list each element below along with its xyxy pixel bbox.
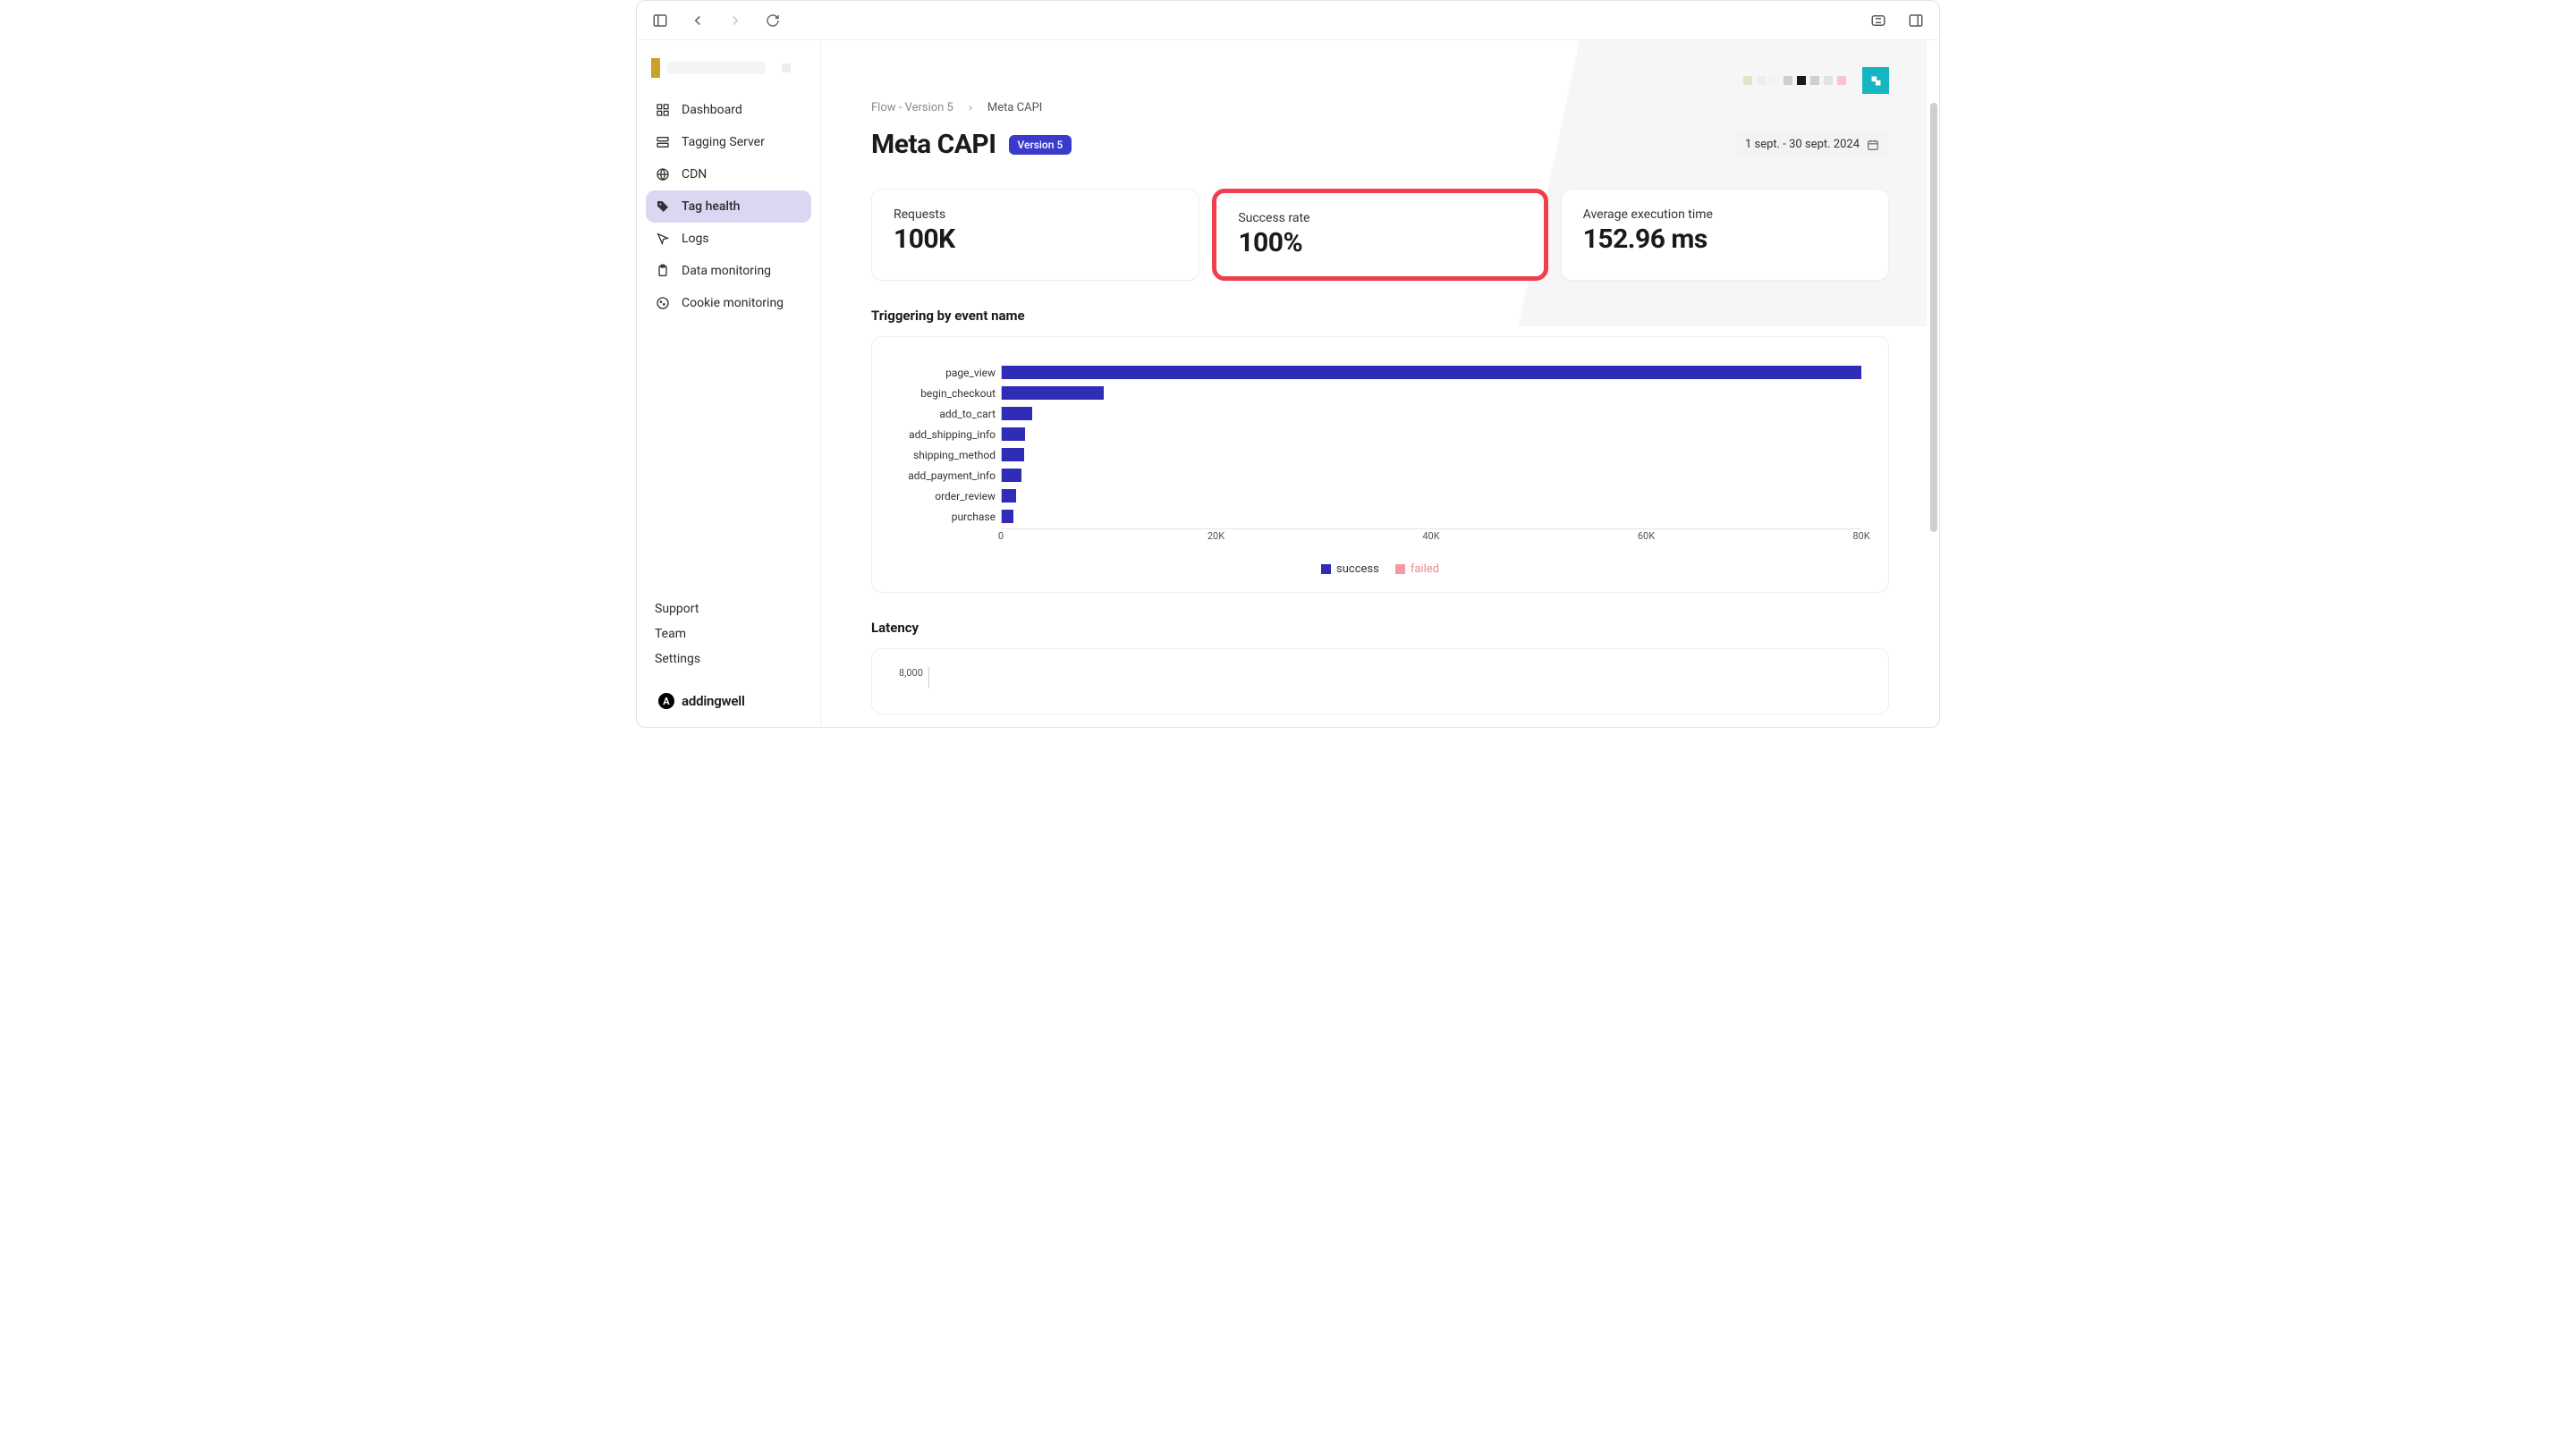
forward-icon [723,8,748,33]
latency-chart-card: 8,000 [871,648,1889,714]
sidebar-toggle-icon[interactable] [648,8,673,33]
brand-footer: A addingwell [655,693,802,709]
sidebar-link-settings[interactable]: Settings [655,652,802,666]
chart-bar-row: purchase [899,506,1861,527]
sidebar-item-tag-health[interactable]: Tag health [646,190,811,223]
cookie-icon [655,295,671,311]
stat-cards-row: Requests 100K Success rate 100% Average exec… [871,189,1889,281]
date-range-label: 1 sept. - 30 sept. 2024 [1745,138,1860,151]
stat-card: Average execution time 152.96 ms [1561,189,1889,281]
sidebar-item-data-monitoring[interactable]: Data monitoring [646,255,811,287]
bar-fill [1002,386,1104,400]
stat-value: 100K [894,224,1177,255]
bar-label: add_payment_info [899,469,1001,482]
right-panel-icon[interactable] [1903,8,1928,33]
stat-label: Average execution time [1583,207,1867,222]
chart-bar-row: add_to_cart [899,403,1861,424]
refresh-icon[interactable] [760,8,785,33]
chart-section-title: Triggering by event name [871,308,1889,324]
sidebar-item-label: Tagging Server [682,135,765,149]
stat-card: Requests 100K [871,189,1199,281]
stat-value: 152.96 ms [1583,224,1867,255]
sidebar-item-label: Tag health [682,199,740,214]
bar-label: page_view [899,367,1001,379]
brand-mark-icon: A [658,693,674,709]
stat-label: Success rate [1238,211,1521,225]
breadcrumb-current: Meta CAPI [987,101,1042,114]
bar-fill [1002,366,1861,379]
breadcrumb: Flow - Version 5 Meta CAPI [871,101,1889,114]
date-range-picker[interactable]: 1 sept. - 30 sept. 2024 [1735,131,1889,157]
breadcrumb-parent[interactable]: Flow - Version 5 [871,101,953,114]
server-icon [655,134,671,150]
legend-item: success [1321,562,1379,576]
stat-card: Success rate 100% [1212,189,1547,281]
globe-icon [655,166,671,182]
sidebar: Dashboard Tagging Server CDN Tag health … [637,40,821,727]
sidebar-item-label: Dashboard [682,103,742,117]
brand-logo-icon [1862,67,1889,94]
page-title: Meta CAPI [871,129,996,160]
bar-fill [1002,510,1013,523]
chevron-right-icon [966,104,975,113]
workspace-logo [646,53,811,94]
chart-bar-row: order_review [899,486,1861,506]
bar-label: add_shipping_info [899,428,1001,441]
bar-fill [1002,427,1025,441]
tag-icon [655,199,671,215]
sidebar-item-cdn[interactable]: CDN [646,158,811,190]
settings-toggle-icon[interactable] [1866,8,1891,33]
axis-tick: 60K [1638,530,1655,542]
app-window: Dashboard Tagging Server CDN Tag health … [636,0,1940,728]
brand-name: addingwell [682,693,745,709]
stat-value: 100% [1238,227,1521,258]
main-content: Flow - Version 5 Meta CAPI Meta CAPI Ver… [821,40,1939,727]
sidebar-item-label: Data monitoring [682,264,771,278]
latency-y-tick: 8,000 [899,667,929,688]
bar-label: order_review [899,490,1001,503]
chart-bar-row: add_payment_info [899,465,1861,486]
bar-label: add_to_cart [899,408,1001,420]
stat-label: Requests [894,207,1177,222]
bar-fill [1002,469,1021,482]
cursor-icon [655,231,671,247]
legend-item: failed [1395,562,1439,576]
bar-label: purchase [899,511,1001,523]
sidebar-item-label: Cookie monitoring [682,296,784,310]
theme-color-strip [1743,76,1846,85]
sidebar-link-team[interactable]: Team [655,627,802,641]
bar-label: shipping_method [899,449,1001,461]
grid-icon [655,102,671,118]
axis-tick: 80K [1852,530,1869,542]
chart-bar-row: shipping_method [899,444,1861,465]
version-badge: Version 5 [1009,135,1072,155]
axis-tick: 40K [1422,530,1439,542]
clipboard-icon [655,263,671,279]
chart-legend: success failed [899,562,1861,576]
sidebar-item-label: Logs [682,232,709,246]
sidebar-item-logs[interactable]: Logs [646,223,811,255]
sidebar-item-tagging-server[interactable]: Tagging Server [646,126,811,158]
bar-fill [1002,489,1016,503]
sidebar-item-cookie-monitoring[interactable]: Cookie monitoring [646,287,811,319]
chart-bar-row: add_shipping_info [899,424,1861,444]
browser-toolbar [637,1,1939,40]
chart-bar-row: page_view [899,362,1861,383]
sidebar-item-label: CDN [682,167,707,182]
axis-tick: 0 [998,530,1004,542]
sidebar-link-support[interactable]: Support [655,602,802,616]
bar-label: begin_checkout [899,387,1001,400]
axis-tick: 20K [1208,530,1224,542]
bar-fill [1002,407,1032,420]
sidebar-item-dashboard[interactable]: Dashboard [646,94,811,126]
latency-section-title: Latency [871,620,1889,636]
bar-fill [1002,448,1024,461]
triggering-chart-card: page_view begin_checkout add_to_cart add_sh… [871,336,1889,593]
calendar-icon [1867,139,1879,151]
back-icon[interactable] [685,8,710,33]
chart-bar-row: begin_checkout [899,383,1861,403]
